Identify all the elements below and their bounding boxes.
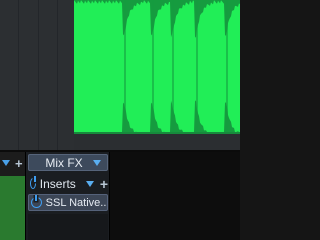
- arrange-view: [0, 0, 240, 150]
- waveform-transient: [152, 0, 154, 132]
- audio-waveform: [74, 0, 240, 132]
- audio-clip[interactable]: [74, 0, 240, 132]
- plugin-name: SSL Native...: [45, 196, 107, 209]
- waveform-transient: [196, 0, 198, 132]
- insert-slot[interactable]: SSL Native...: [28, 194, 108, 211]
- grid-line: [18, 0, 19, 150]
- mix-fx-label: Mix FX: [45, 155, 83, 170]
- add-insert-icon[interactable]: +: [100, 177, 108, 191]
- mix-fx-dropdown[interactable]: Mix FX: [28, 154, 108, 171]
- dropdown-arrow-icon[interactable]: [2, 160, 11, 166]
- console-empty-area: [110, 152, 240, 240]
- waveform-transient: [124, 0, 126, 132]
- track-lane-empty[interactable]: [0, 0, 74, 150]
- channel-color-bar: [0, 176, 25, 240]
- inserts-header: Inserts +: [28, 175, 108, 192]
- channel-strip: Mix FX Inserts + SSL Native...: [25, 152, 110, 240]
- inserts-menu-icon[interactable]: [85, 180, 94, 187]
- grid-line: [38, 0, 39, 150]
- grid-line: [57, 0, 58, 150]
- previous-channel-header: +: [0, 154, 25, 172]
- waveform-shape: [74, 0, 240, 38]
- waveform-transient: [226, 0, 228, 132]
- inserts-power-icon[interactable]: [30, 176, 36, 189]
- waveform-shape: [74, 100, 240, 132]
- waveform-transient: [172, 0, 174, 132]
- add-icon[interactable]: +: [15, 157, 23, 170]
- insert-slot-empty[interactable]: [28, 214, 108, 240]
- audio-clip-footer: [74, 132, 240, 134]
- chevron-down-icon: [93, 159, 101, 166]
- plugin-power-icon[interactable]: [31, 195, 42, 208]
- inserts-label: Inserts: [39, 176, 76, 191]
- previous-channel-strip: +: [0, 152, 25, 240]
